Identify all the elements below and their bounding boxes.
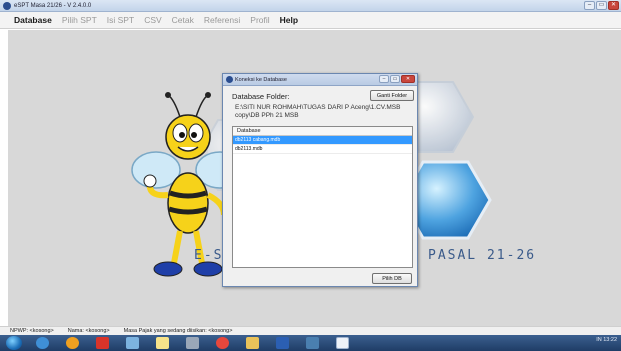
change-folder-button[interactable]: Ganti Folder (370, 90, 414, 101)
status-bar: NPWP: <kosong> Nama: <kosong> Masa Pajak… (0, 326, 621, 335)
paint-icon[interactable] (126, 337, 139, 349)
dialog-minimize-button[interactable]: – (379, 75, 389, 83)
window-titlebar: eSPT Masa 21/26 - V 2.4.0.0 – ▭ ✕ (0, 0, 621, 12)
media-player-icon[interactable] (66, 337, 79, 349)
pen-icon[interactable] (186, 337, 199, 349)
browser-icon[interactable] (36, 337, 49, 349)
minimize-button[interactable]: – (584, 1, 595, 10)
language-indicator[interactable]: IN (596, 337, 602, 343)
window-title: eSPT Masa 21/26 - V 2.4.0.0 (14, 3, 92, 9)
database-list-header[interactable]: Database (233, 127, 412, 136)
maximize-button[interactable]: ▭ (596, 1, 607, 10)
database-connection-dialog: Koneksi ke Database – ▭ ✕ Database Folde… (222, 73, 418, 287)
menu-csv[interactable]: CSV (144, 15, 161, 25)
select-database-button[interactable]: Pilih DB (372, 273, 412, 284)
brand-text-right: PASAL 21-26 (428, 248, 537, 263)
clock[interactable]: 13:22 (603, 337, 617, 343)
taskbar: IN 13:22 (0, 335, 621, 351)
window-controls: – ▭ ✕ (584, 1, 619, 10)
close-button[interactable]: ✕ (608, 1, 619, 10)
menu-profil[interactable]: Profil (250, 15, 269, 25)
menu-database[interactable]: Database (14, 15, 52, 25)
menu-pilih-spt[interactable]: Pilih SPT (62, 15, 97, 25)
menu-bar: Database Pilih SPT Isi SPT CSV Cetak Ref… (0, 12, 621, 29)
list-item[interactable]: db2113 cabang.mdb (233, 136, 412, 145)
menu-referensi[interactable]: Referensi (204, 15, 240, 25)
dialog-window-controls: – ▭ ✕ (379, 75, 415, 83)
dialog-maximize-button[interactable]: ▭ (390, 75, 400, 83)
status-nama: Nama: <kosong> (67, 328, 110, 334)
dialog-title: Koneksi ke Database (235, 77, 287, 83)
dialog-titlebar: Koneksi ke Database – ▭ ✕ (223, 74, 417, 86)
media-icon[interactable] (306, 337, 319, 349)
chrome-icon[interactable] (216, 337, 229, 349)
app-red-icon[interactable] (96, 337, 109, 349)
start-button-icon[interactable] (6, 336, 22, 350)
menu-cetak[interactable]: Cetak (172, 15, 194, 25)
folder-icon[interactable] (246, 337, 259, 349)
notes-icon[interactable] (156, 337, 169, 349)
database-folder-label: Database Folder: (232, 92, 290, 101)
dialog-icon (226, 76, 233, 83)
menu-help[interactable]: Help (280, 15, 298, 25)
list-item[interactable]: db2113.mdb (233, 145, 412, 154)
folder-path: E:\SITI NUR ROHMAH\TUGAS DARI P Aceng\1.… (235, 104, 401, 119)
menu-isi-spt[interactable]: Isi SPT (107, 15, 134, 25)
dialog-close-button[interactable]: ✕ (401, 75, 415, 83)
status-masa-pajak: Masa Pajak yang sedang diisikan: <kosong… (123, 328, 233, 334)
app-icon (3, 2, 11, 10)
espt-taskbar-icon[interactable] (336, 337, 349, 349)
database-list[interactable]: Database db2113 cabang.mdb db2113.mdb (232, 126, 413, 268)
word-icon[interactable] (276, 337, 289, 349)
system-tray[interactable]: IN 13:22 (596, 337, 617, 343)
status-npwp: NPWP: <kosong> (10, 328, 54, 334)
